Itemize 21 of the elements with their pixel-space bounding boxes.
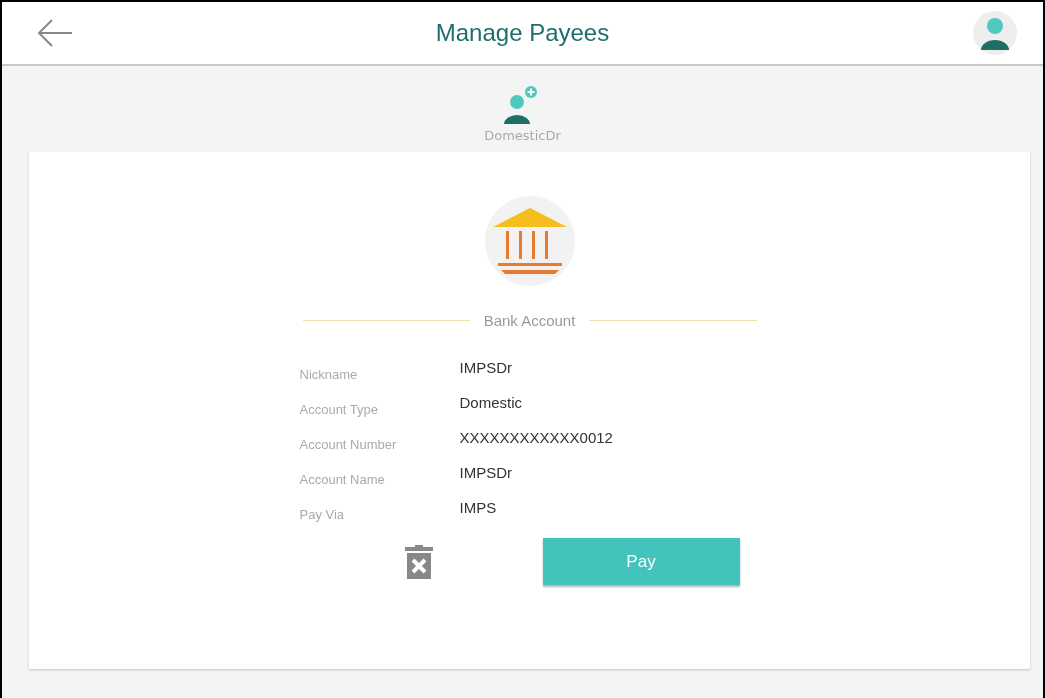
bank-icon [484, 196, 575, 286]
section-title: Bank Account [483, 312, 576, 329]
field-value: IMPS [459, 499, 498, 518]
delete-button[interactable] [404, 544, 433, 579]
pay-button[interactable]: Pay [542, 538, 740, 585]
profile-avatar-button[interactable] [973, 11, 1017, 55]
field-value: IMPSDr [459, 464, 513, 483]
field-label: Pay Via [299, 507, 346, 522]
back-button[interactable] [36, 18, 74, 48]
trash-icon [404, 544, 433, 579]
field-label: Account Number [299, 437, 398, 452]
field-label: Account Name [299, 472, 386, 487]
page-title: Manage Payees [435, 19, 610, 47]
field-value: XXXXXXXXXXXX0012 [459, 429, 614, 448]
person-icon [979, 16, 1011, 50]
field-value: Domestic [459, 394, 523, 413]
payee-name: DomesticDr [484, 128, 561, 143]
field-label: Account Type [299, 402, 380, 417]
back-arrow-icon [36, 18, 74, 48]
field-label: Nickname [299, 367, 359, 382]
field-value: IMPSDr [459, 359, 513, 378]
